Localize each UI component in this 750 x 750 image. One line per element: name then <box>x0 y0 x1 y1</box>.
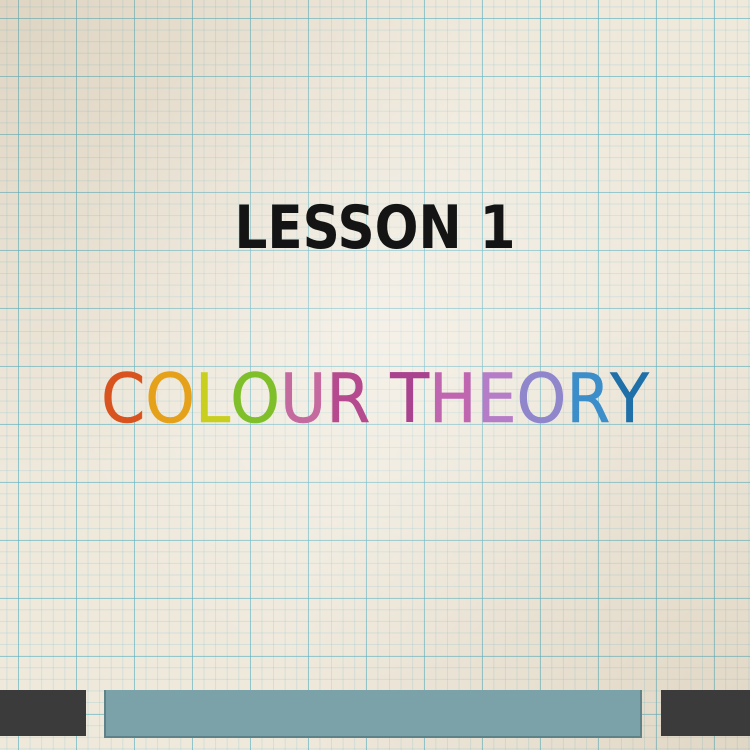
topic-title-letter: Y <box>610 360 649 440</box>
topic-title-letter: H <box>429 360 477 440</box>
topic-title-letter: R <box>326 360 371 440</box>
topic-title-letter: L <box>195 360 231 440</box>
topic-title-space <box>370 360 390 440</box>
bottom-bar[interactable] <box>106 690 640 736</box>
lesson-title: LESSON 1 <box>234 193 516 263</box>
topic-title-letter: T <box>390 360 430 440</box>
right-dark-block <box>661 690 750 736</box>
left-dark-block <box>0 690 86 736</box>
topic-title-letter: C <box>101 360 146 440</box>
topic-title: COLOUR THEORY <box>26 360 724 440</box>
topic-title-letter: R <box>566 360 611 440</box>
topic-title-letter: E <box>476 360 517 440</box>
topic-title-letter: O <box>516 360 567 440</box>
topic-title-letter: O <box>145 360 196 440</box>
topic-title-letter: O <box>230 360 281 440</box>
topic-title-letter: U <box>280 360 327 440</box>
